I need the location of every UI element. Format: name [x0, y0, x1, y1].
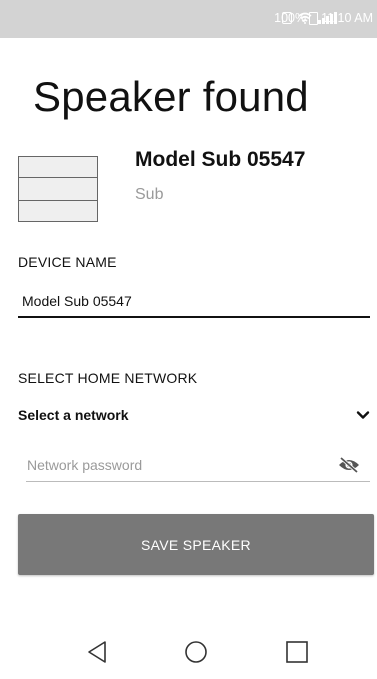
- home-network-label: SELECT HOME NETWORK: [18, 370, 198, 386]
- device-name-label: DEVICE NAME: [18, 254, 117, 270]
- chevron-down-icon: [356, 411, 370, 419]
- recents-icon[interactable]: [285, 640, 309, 664]
- page-title: Speaker found: [33, 73, 309, 120]
- home-icon[interactable]: [184, 640, 208, 664]
- battery-percent: 100%: [274, 11, 307, 25]
- visibility-off-icon[interactable]: [338, 456, 360, 474]
- network-select[interactable]: Select a network: [18, 402, 370, 428]
- save-speaker-button[interactable]: SAVE SPEAKER: [18, 514, 374, 575]
- network-password-input[interactable]: [26, 452, 370, 482]
- device-name-input[interactable]: [18, 290, 370, 318]
- device-model-name: Model Sub 05547: [135, 148, 306, 171]
- back-icon[interactable]: [86, 640, 108, 664]
- battery-icon: [309, 11, 319, 25]
- status-time: 11:10 AM: [321, 11, 373, 25]
- device-model-type: Sub: [135, 186, 164, 203]
- status-bar: 100% 11:10 AM: [0, 0, 377, 38]
- navigation-bar: [0, 630, 377, 679]
- network-select-value: Select a network: [18, 407, 129, 423]
- speaker-icon: [18, 156, 100, 222]
